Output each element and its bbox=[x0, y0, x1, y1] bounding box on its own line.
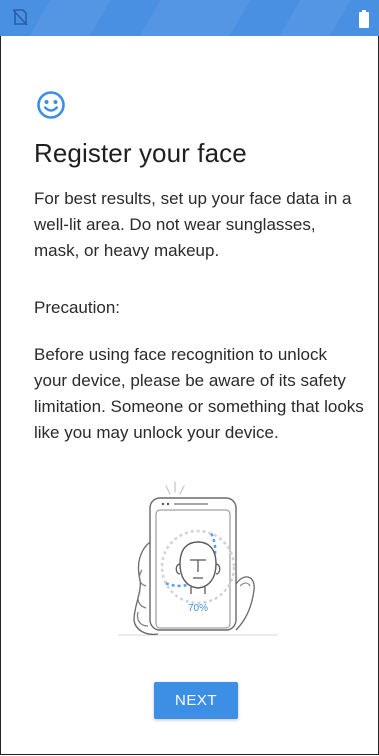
precaution-text: Before using face recognition to unlock … bbox=[34, 345, 364, 442]
status-bar bbox=[0, 0, 379, 36]
status-bar-pattern bbox=[279, 0, 351, 36]
scan-progress-label: 70% bbox=[188, 603, 208, 614]
camera-dot bbox=[161, 502, 165, 506]
sparkle-lines bbox=[165, 481, 185, 495]
camera-dot bbox=[166, 502, 170, 506]
no-sim-icon bbox=[12, 9, 28, 26]
face-scan-phone-illustration: 70% bbox=[118, 481, 278, 636]
battery-icon bbox=[359, 10, 369, 28]
status-bar-pattern bbox=[139, 0, 251, 36]
page-title: Register your face bbox=[34, 138, 247, 168]
intro-text: For best results, set up your face data … bbox=[34, 189, 352, 260]
hand-thumb bbox=[235, 576, 255, 631]
next-button[interactable]: NEXT bbox=[154, 682, 238, 719]
precaution-heading: Precaution: bbox=[34, 298, 120, 317]
smiley-face-icon bbox=[37, 91, 65, 119]
status-bar-pattern bbox=[29, 0, 111, 36]
